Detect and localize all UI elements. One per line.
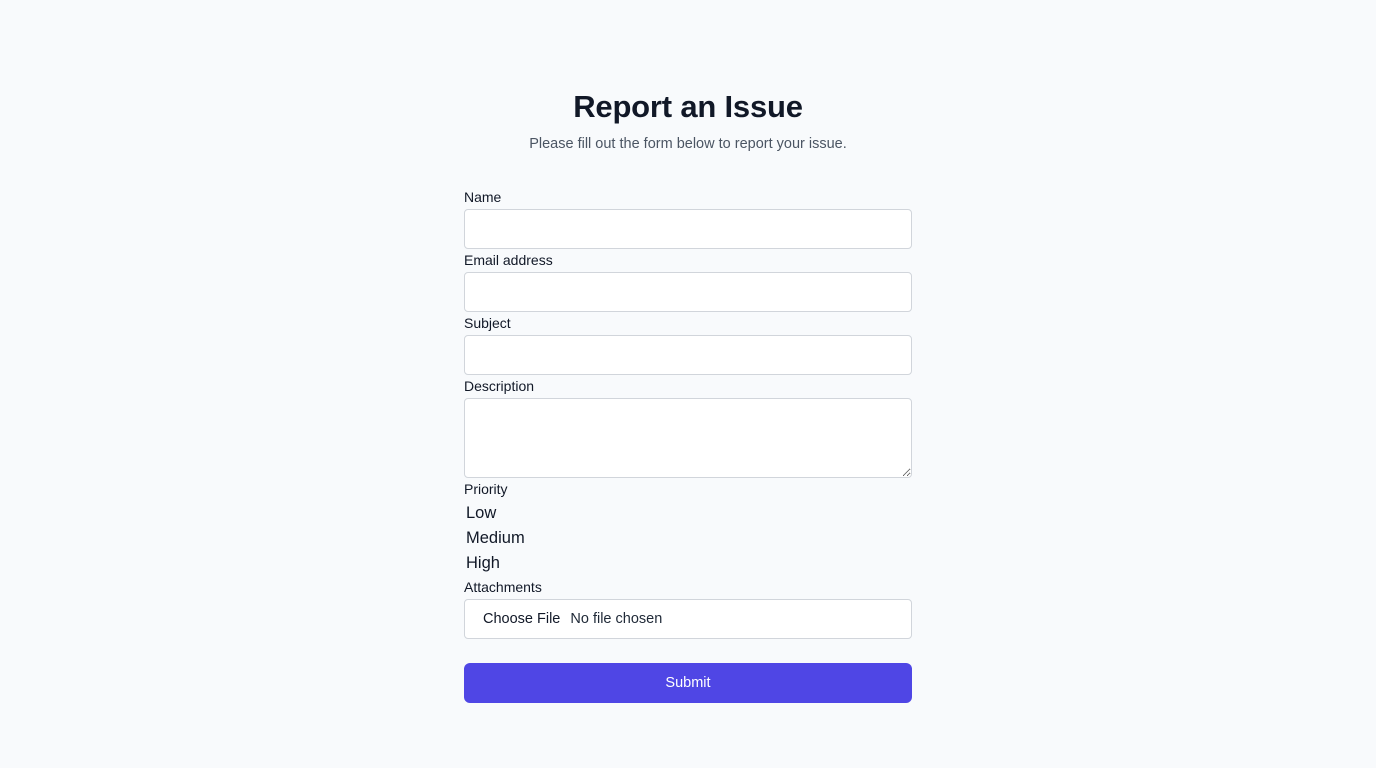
page-title: Report an Issue (573, 89, 803, 124)
choose-file-button[interactable]: Choose File (483, 611, 560, 627)
priority-option-label: High (466, 554, 500, 572)
priority-option-medium[interactable]: Medium (464, 526, 525, 551)
description-label: Description (464, 378, 535, 394)
page-subtitle: Please fill out the form below to report… (529, 136, 847, 152)
priority-option-high[interactable]: High (464, 551, 525, 576)
priority-option-label: Low (466, 504, 497, 522)
subject-input[interactable] (464, 335, 912, 375)
subject-field-group: Subject (464, 312, 912, 375)
submit-button[interactable]: Submit (464, 663, 912, 703)
file-input[interactable]: Choose File No file chosen (464, 599, 912, 639)
description-textarea[interactable] (464, 398, 912, 478)
name-input[interactable] (464, 209, 912, 249)
name-field-group: Name (464, 186, 912, 249)
description-field-group: Description (464, 375, 912, 478)
email-field-group: Email address (464, 249, 912, 312)
attachments-label: Attachments (464, 579, 542, 595)
report-issue-page: Report an Issue Please fill out the form… (0, 0, 1376, 768)
page-header: Report an Issue Please fill out the form… (0, 86, 1376, 154)
priority-option-low[interactable]: Low (464, 501, 525, 526)
priority-field-group: Priority Low Medium High (464, 478, 525, 576)
email-input[interactable] (464, 272, 912, 312)
subject-label: Subject (464, 315, 511, 331)
file-status-text: No file chosen (570, 611, 663, 627)
attachments-field-group: Attachments Choose File No file chosen (464, 576, 912, 639)
name-label: Name (464, 189, 502, 205)
priority-option-label: Medium (466, 529, 525, 547)
email-label: Email address (464, 252, 553, 268)
priority-label: Priority (464, 481, 508, 497)
